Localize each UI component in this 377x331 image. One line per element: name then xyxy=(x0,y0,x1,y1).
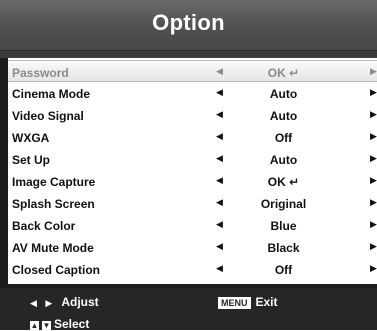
option-value: Black xyxy=(267,241,300,255)
down-arrow-key-icon: ▼ xyxy=(42,321,51,330)
arrow-left-icon[interactable]: ◀ xyxy=(216,263,223,274)
select-label: Select xyxy=(54,317,90,331)
arrow-right-icon[interactable]: ▶ xyxy=(370,87,377,98)
arrow-right-icon[interactable]: ▶ xyxy=(370,219,377,230)
arrow-left-icon[interactable]: ◀ xyxy=(216,131,223,142)
help-bar: ◀ ▶ Adjust ▲ ▼ Select MENU Exit xyxy=(0,288,377,331)
arrow-right-icon[interactable]: ▶ xyxy=(370,263,377,274)
option-label: Video Signal xyxy=(12,109,84,123)
arrow-left-icon[interactable]: ◀ xyxy=(216,241,223,252)
option-value: OK ↵ xyxy=(267,66,300,80)
header-divider xyxy=(0,51,377,58)
option-label: Image Capture xyxy=(12,175,96,189)
arrow-right-icon[interactable]: ▶ xyxy=(370,197,377,208)
adjust-hint: ◀ ▶ Adjust xyxy=(30,295,99,309)
option-row-password[interactable]: Password ◀ OK ↵ ▶ xyxy=(8,60,377,82)
option-label: Cinema Mode xyxy=(12,87,91,101)
option-row-splash-screen[interactable]: Splash Screen ◀ Original ▶ xyxy=(8,192,377,214)
up-arrow-key-icon: ▲ xyxy=(30,321,39,330)
option-value: Off xyxy=(274,131,293,145)
option-row-back-color[interactable]: Back Color ◀ Blue ▶ xyxy=(8,214,377,236)
arrow-left-icon[interactable]: ◀ xyxy=(216,197,223,208)
arrow-left-icon[interactable]: ◀ xyxy=(216,87,223,98)
option-label: WXGA xyxy=(12,131,50,145)
option-label: AV Mute Mode xyxy=(12,241,94,255)
arrow-right-icon[interactable]: ▶ xyxy=(370,66,377,77)
arrow-right-icon[interactable]: ▶ xyxy=(370,175,377,186)
option-label: Back Color xyxy=(12,219,76,233)
option-row-set-up[interactable]: Set Up ◀ Auto ▶ xyxy=(8,148,377,170)
option-label: Set Up xyxy=(12,153,51,167)
exit-label: Exit xyxy=(255,295,278,309)
menu-header: Option xyxy=(0,0,377,51)
arrow-left-icon[interactable]: ◀ xyxy=(216,66,223,77)
option-label: Password xyxy=(12,66,69,80)
arrow-left-icon[interactable]: ◀ xyxy=(216,219,223,230)
arrow-right-icon[interactable]: ▶ xyxy=(370,241,377,252)
option-row-image-capture[interactable]: Image Capture ◀ OK ↵ ▶ xyxy=(8,170,377,192)
arrow-right-icon[interactable]: ▶ xyxy=(370,153,377,164)
menu-key-icon: MENU xyxy=(218,297,251,309)
option-row-video-signal[interactable]: Video Signal ◀ Auto ▶ xyxy=(8,104,377,126)
osd-menu-frame: Option Password ◀ OK ↵ ▶ Cinema Mode ◀ A… xyxy=(0,0,377,331)
arrow-right-icon[interactable]: ▶ xyxy=(370,131,377,142)
left-right-arrows-icon: ◀ ▶ xyxy=(30,298,56,308)
option-label: Closed Caption xyxy=(12,263,101,277)
adjust-label: Adjust xyxy=(61,295,99,309)
option-row-closed-caption[interactable]: Closed Caption ◀ Off ▶ xyxy=(8,258,377,280)
option-row-wxga[interactable]: WXGA ◀ Off ▶ xyxy=(8,126,377,148)
arrow-left-icon[interactable]: ◀ xyxy=(216,109,223,120)
option-value: Off xyxy=(274,263,293,277)
select-hint: ▲ ▼ Select xyxy=(30,317,89,331)
option-value: Auto xyxy=(269,109,298,123)
option-value: Original xyxy=(260,197,307,211)
options-list: Password ◀ OK ↵ ▶ Cinema Mode ◀ Auto ▶ V… xyxy=(8,58,377,284)
exit-hint: MENU Exit xyxy=(218,295,278,309)
option-row-cinema-mode[interactable]: Cinema Mode ◀ Auto ▶ xyxy=(8,82,377,104)
option-row-av-mute-mode[interactable]: AV Mute Mode ◀ Black ▶ xyxy=(8,236,377,258)
option-label: Splash Screen xyxy=(12,197,95,211)
arrow-left-icon[interactable]: ◀ xyxy=(216,153,223,164)
option-value: Auto xyxy=(269,87,298,101)
option-value: Auto xyxy=(269,153,298,167)
arrow-left-icon[interactable]: ◀ xyxy=(216,175,223,186)
menu-title: Option xyxy=(152,10,225,35)
option-value: Blue xyxy=(270,219,297,233)
option-value: OK ↵ xyxy=(267,175,300,189)
arrow-right-icon[interactable]: ▶ xyxy=(370,109,377,120)
